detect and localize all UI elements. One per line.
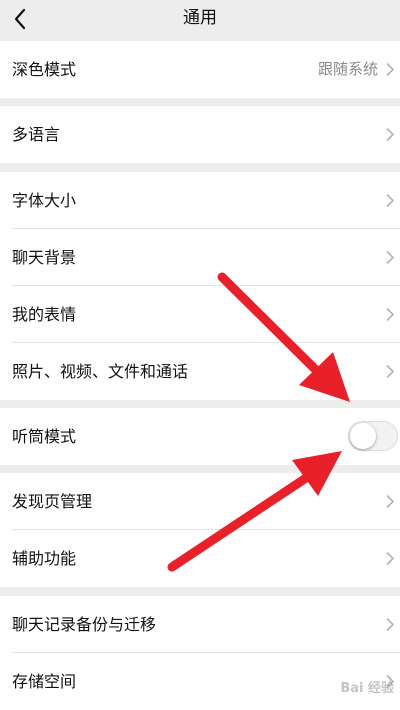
row-value: 跟随系统 <box>317 60 378 78</box>
settings-group-features: 发现页管理 辅助功能 <box>0 473 400 587</box>
chevron-right-icon <box>386 62 395 77</box>
dark-mode-row[interactable]: 深色模式 跟随系统 <box>0 41 400 98</box>
chevron-right-icon <box>386 617 395 632</box>
settings-group-display: 深色模式 跟随系统 <box>0 41 400 98</box>
row-label: 深色模式 <box>12 60 77 79</box>
row-label: 辅助功能 <box>12 549 77 568</box>
watermark: Bai 经验 <box>340 681 394 696</box>
chevron-right-icon <box>386 250 395 265</box>
my-stickers-row[interactable]: 我的表情 <box>0 286 400 343</box>
toggle-knob <box>350 423 376 449</box>
row-label: 照片、视频、文件和通话 <box>12 362 189 381</box>
back-button[interactable] <box>6 4 34 34</box>
row-label: 我的表情 <box>12 305 77 324</box>
chevron-right-icon <box>386 193 395 208</box>
row-label: 存储空间 <box>12 672 77 691</box>
settings-group-chat: 字体大小 聊天背景 我的表情 照片、视频、文件和通话 <box>0 172 400 400</box>
accessibility-row[interactable]: 辅助功能 <box>0 530 400 587</box>
chat-background-row[interactable]: 聊天背景 <box>0 229 400 286</box>
discover-management-row[interactable]: 发现页管理 <box>0 473 400 530</box>
font-size-row[interactable]: 字体大小 <box>0 172 400 229</box>
chat-backup-row[interactable]: 聊天记录备份与迁移 <box>0 596 400 653</box>
row-label: 字体大小 <box>12 191 77 210</box>
settings-group-language: 多语言 <box>0 106 400 163</box>
nav-bar: 通用 <box>0 0 400 38</box>
chevron-right-icon <box>386 364 395 379</box>
row-label: 聊天背景 <box>12 248 77 267</box>
language-row[interactable]: 多语言 <box>0 106 400 163</box>
row-label: 多语言 <box>12 125 61 144</box>
row-label: 听筒模式 <box>12 427 77 446</box>
media-files-calls-row[interactable]: 照片、视频、文件和通话 <box>0 343 400 400</box>
chevron-left-icon <box>14 8 26 30</box>
chevron-right-icon <box>386 494 395 509</box>
chevron-right-icon <box>386 307 395 322</box>
earpiece-mode-row: 听筒模式 <box>0 408 400 465</box>
earpiece-mode-toggle[interactable] <box>348 421 398 451</box>
row-label: 聊天记录备份与迁移 <box>12 615 157 634</box>
page-title: 通用 <box>183 8 217 28</box>
settings-group-earpiece: 听筒模式 <box>0 408 400 465</box>
row-label: 发现页管理 <box>12 492 93 511</box>
chevron-right-icon <box>386 127 395 142</box>
chevron-right-icon <box>386 551 395 566</box>
